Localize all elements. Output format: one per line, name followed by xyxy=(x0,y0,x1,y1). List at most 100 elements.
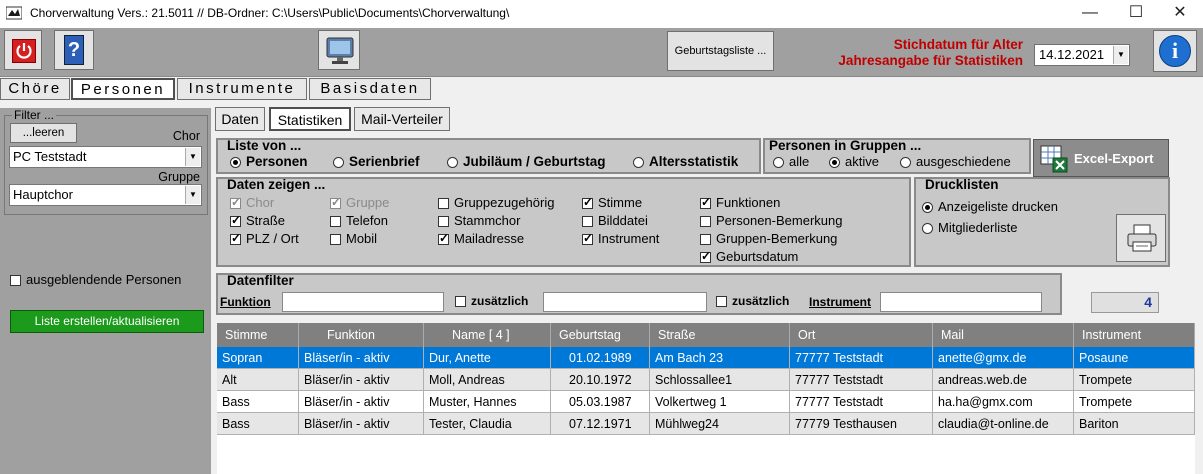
tab-instrumente[interactable]: Instrumente xyxy=(177,78,307,100)
column-header[interactable]: Stimme xyxy=(217,323,299,347)
table-cell: 77777 Teststadt xyxy=(790,391,933,413)
table-cell: Bläser/in - aktiv xyxy=(299,347,424,369)
radio-aktive[interactable]: aktive xyxy=(829,154,879,169)
radio-ausgeschiedene[interactable]: ausgeschiedene xyxy=(900,154,1011,169)
table-cell: Trompete xyxy=(1074,369,1195,391)
radio-mitgliederliste[interactable]: Mitgliederliste xyxy=(922,220,1017,235)
column-header[interactable]: Ort xyxy=(790,323,933,347)
column-header[interactable]: Mail xyxy=(933,323,1074,347)
window-title: Chorverwaltung Vers.: 21.5011 // DB-Ordn… xyxy=(30,6,510,20)
birthday-list-button[interactable]: Geburtstagsliste ... xyxy=(667,31,774,71)
radio-altersstatistik[interactable]: Altersstatistik xyxy=(633,154,738,169)
info-icon: i xyxy=(1159,35,1191,67)
chevron-down-icon: ▼ xyxy=(1113,46,1128,64)
table-row[interactable]: Bass Bläser/in - aktiv Tester, Claudia 07.1… xyxy=(217,413,1195,435)
table-row[interactable]: Alt Bläser/in - aktiv Moll, Andreas 20.10.1… xyxy=(217,369,1195,391)
show-bilddatei-checkbox[interactable]: Bilddatei xyxy=(582,213,648,228)
checkbox-box xyxy=(700,249,711,264)
gruppe-select[interactable]: Hauptchor ▼ xyxy=(9,184,202,206)
show-mobil-checkbox[interactable]: Mobil xyxy=(330,231,377,246)
table-cell: Muster, Hannes xyxy=(424,391,551,413)
stichdatum-value: 14.12.2021 xyxy=(1039,47,1105,62)
radio-anzeigeliste[interactable]: Anzeigeliste drucken xyxy=(922,199,1058,214)
checkbox-box xyxy=(700,195,711,210)
radio-dot xyxy=(922,202,933,214)
funktion-input[interactable] xyxy=(282,292,444,312)
tab-daten[interactable]: Daten xyxy=(215,107,265,131)
radio-dot xyxy=(633,156,644,168)
show-instrument-checkbox[interactable]: Instrument xyxy=(582,231,659,246)
tab-basisdaten[interactable]: Basisdaten xyxy=(309,78,431,100)
table-cell: Bariton xyxy=(1074,413,1195,435)
hidden-persons-checkbox[interactable]: ausgeblendende Personen xyxy=(10,272,181,287)
funktion-link[interactable]: Funktion xyxy=(220,295,271,309)
radio-dot xyxy=(773,157,784,169)
show-funktionen-checkbox[interactable]: Funktionen xyxy=(700,195,780,210)
chevron-down-icon: ▼ xyxy=(185,148,200,166)
checkbox-box xyxy=(10,275,21,287)
table-cell: Volkertweg 1 xyxy=(650,391,790,413)
close-window-button[interactable]: ✕ xyxy=(1157,0,1203,28)
monitor-icon xyxy=(326,37,354,64)
table-cell: 05.03.1987 xyxy=(551,391,650,413)
zusaetzlich-2-checkbox[interactable]: zusätzlich xyxy=(716,294,789,308)
table-cell: Moll, Andreas xyxy=(424,369,551,391)
checkbox-label: Gruppen-Bemerkung xyxy=(716,231,838,246)
stichdatum-select[interactable]: 14.12.2021 ▼ xyxy=(1034,44,1130,66)
radio-serienbrief[interactable]: Serienbrief xyxy=(333,154,420,169)
checkbox-label: Telefon xyxy=(346,213,388,228)
printer-icon xyxy=(1127,224,1157,252)
help-button[interactable]: ? xyxy=(54,30,94,70)
checkbox-box xyxy=(330,195,341,210)
checkbox-box xyxy=(700,234,711,246)
show-gruppen-bemerkung-checkbox[interactable]: Gruppen-Bemerkung xyxy=(700,231,837,246)
table-cell: anette@gmx.de xyxy=(933,347,1074,369)
table-cell: 77777 Teststadt xyxy=(790,369,933,391)
radio-jubilaeum[interactable]: Jubiläum / Geburtstag xyxy=(447,154,606,169)
column-header[interactable]: Name [ 4 ] xyxy=(424,323,551,347)
show-stammchor-checkbox[interactable]: Stammchor xyxy=(438,213,520,228)
radio-jubilaeum-label: Jubiläum / Geburtstag xyxy=(463,154,606,169)
clear-filter-button[interactable]: ...leeren xyxy=(10,123,77,143)
create-list-button[interactable]: Liste erstellen/aktualisieren xyxy=(10,310,204,333)
tab-mail-verteiler[interactable]: Mail-Verteiler xyxy=(354,107,450,131)
excel-export-button[interactable]: Excel-Export xyxy=(1033,139,1169,177)
show-telefon-checkbox[interactable]: Telefon xyxy=(330,213,388,228)
table-row[interactable]: Sopran Bläser/in - aktiv Dur, Anette 01.02.… xyxy=(217,347,1195,369)
radio-personen-label: Personen xyxy=(246,154,308,169)
column-header[interactable]: Geburtstag xyxy=(551,323,650,347)
maximize-button[interactable]: ☐ xyxy=(1113,0,1159,28)
screen-button[interactable] xyxy=(318,30,360,70)
tab-choere[interactable]: Chöre xyxy=(0,78,70,100)
power-button[interactable] xyxy=(4,30,42,70)
zusaetzlich-1-input[interactable] xyxy=(543,292,707,312)
zusaetzlich-1-checkbox[interactable]: zusätzlich xyxy=(455,294,528,308)
column-header[interactable]: Funktion xyxy=(299,323,424,347)
show-geburtsdatum-checkbox[interactable]: Geburtsdatum xyxy=(700,249,798,264)
help-book-icon: ? xyxy=(64,35,84,65)
column-header[interactable]: Straße xyxy=(650,323,790,347)
column-header[interactable]: Instrument xyxy=(1074,323,1195,347)
radio-personen[interactable]: Personen xyxy=(230,154,308,169)
tab-personen[interactable]: Personen xyxy=(71,78,175,100)
show-mailadresse-checkbox[interactable]: Mailadresse xyxy=(438,231,524,246)
radio-alle[interactable]: alle xyxy=(773,154,809,169)
minimize-button[interactable]: — xyxy=(1067,0,1113,28)
radio-mitgliederliste-label: Mitgliederliste xyxy=(938,220,1018,235)
print-button[interactable] xyxy=(1116,214,1166,262)
show-gruppezugehörig-checkbox[interactable]: Gruppezugehörig xyxy=(438,195,554,210)
checkbox-label: Personen-Bemerkung xyxy=(716,213,843,228)
show-straße-checkbox[interactable]: Straße xyxy=(230,213,285,228)
tab-statistiken[interactable]: Statistiken xyxy=(269,107,351,131)
instrument-input[interactable] xyxy=(880,292,1042,312)
checkbox-box xyxy=(582,195,593,210)
show-stimme-checkbox[interactable]: Stimme xyxy=(582,195,642,210)
excel-export-label: Excel-Export xyxy=(1074,151,1154,166)
show-plz-ort-checkbox[interactable]: PLZ / Ort xyxy=(230,231,299,246)
table-row[interactable]: Bass Bläser/in - aktiv Muster, Hannes 05.03… xyxy=(217,391,1195,413)
show-personen-bemerkung-checkbox[interactable]: Personen-Bemerkung xyxy=(700,213,842,228)
table-cell: 01.02.1989 xyxy=(551,347,650,369)
chor-select[interactable]: PC Teststadt ▼ xyxy=(9,146,202,168)
instrument-link[interactable]: Instrument xyxy=(809,295,871,309)
info-button[interactable]: i xyxy=(1153,30,1197,72)
